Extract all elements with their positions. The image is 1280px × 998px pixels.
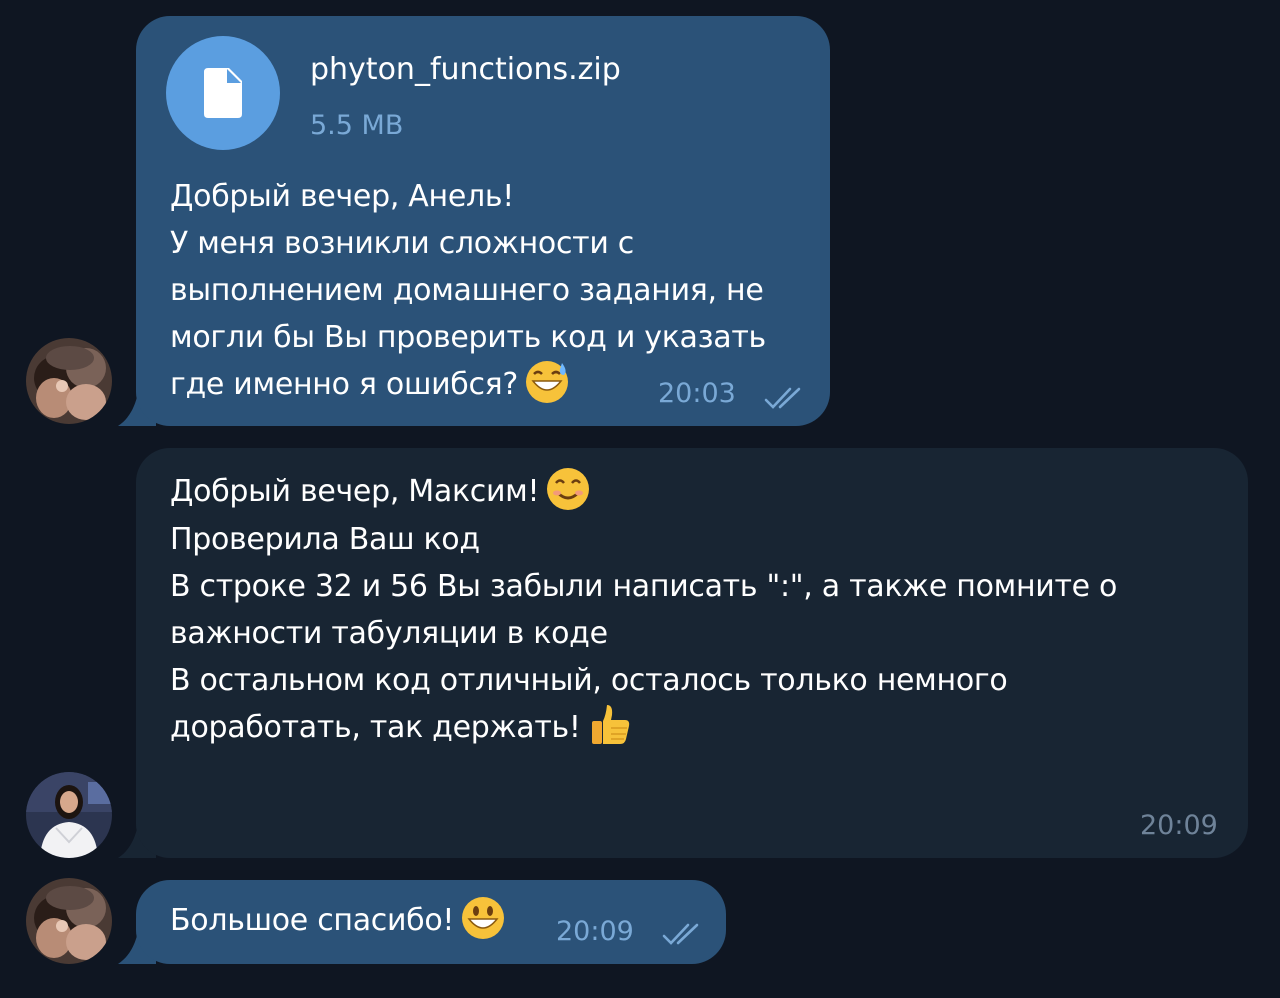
chat-history: phyton_functions.zip 5.5 MB Добрый вечер… [0, 0, 1280, 998]
message-line: У меня возникли сложности с [170, 226, 634, 261]
file-download-button[interactable] [166, 36, 280, 150]
grinning-sweat-emoji [526, 360, 569, 403]
message-line: важности табуляции в коде [170, 615, 608, 651]
smiling-emoji [547, 467, 590, 510]
message-line: В остальном код отличный, осталось тольк… [170, 662, 1008, 698]
avatar-maksim[interactable] [26, 338, 112, 424]
message-bubble-outgoing[interactable]: phyton_functions.zip 5.5 MB Добрый вечер… [136, 16, 830, 426]
file-name[interactable]: phyton_functions.zip [310, 52, 621, 87]
file-size: 5.5 MB [310, 110, 404, 141]
message-line: доработать, так держать! [170, 704, 1117, 752]
document-icon [204, 68, 242, 118]
message-time: 20:03 [658, 378, 736, 409]
message-text: Добрый вечер, Максим! Проверила Ваш код … [170, 467, 1118, 752]
avatar-maksim[interactable] [26, 878, 112, 964]
message-text: Добрый вечер, Анель! У меня возникли сло… [170, 173, 766, 409]
read-double-check-icon [662, 923, 699, 945]
message-bubble-incoming[interactable]: Добрый вечер, Максим! Проверила Ваш код … [136, 448, 1248, 858]
message-line: Проверила Ваш код [170, 521, 480, 557]
message-line: Добрый вечер, Максим! [170, 467, 1117, 516]
message-line: В строке 32 и 56 Вы забыли написать ":",… [170, 568, 1118, 604]
message-time: 20:09 [556, 916, 634, 947]
thumbs-up-emoji [591, 705, 629, 744]
message-time: 20:09 [1140, 810, 1218, 841]
grinning-emoji [462, 896, 505, 939]
message-line: Большое спасибо! [170, 896, 506, 945]
message-line: выполнением домашнего задания, не [170, 273, 764, 308]
message-text: Большое спасибо! [170, 896, 506, 945]
read-double-check-icon [764, 387, 801, 409]
avatar-anel[interactable] [26, 772, 112, 858]
message-bubble-outgoing[interactable]: Большое спасибо! 20:09 [136, 880, 726, 964]
message-line: Добрый вечер, Анель! [170, 179, 514, 214]
message-line: могли бы Вы проверить код и указать [170, 320, 766, 355]
